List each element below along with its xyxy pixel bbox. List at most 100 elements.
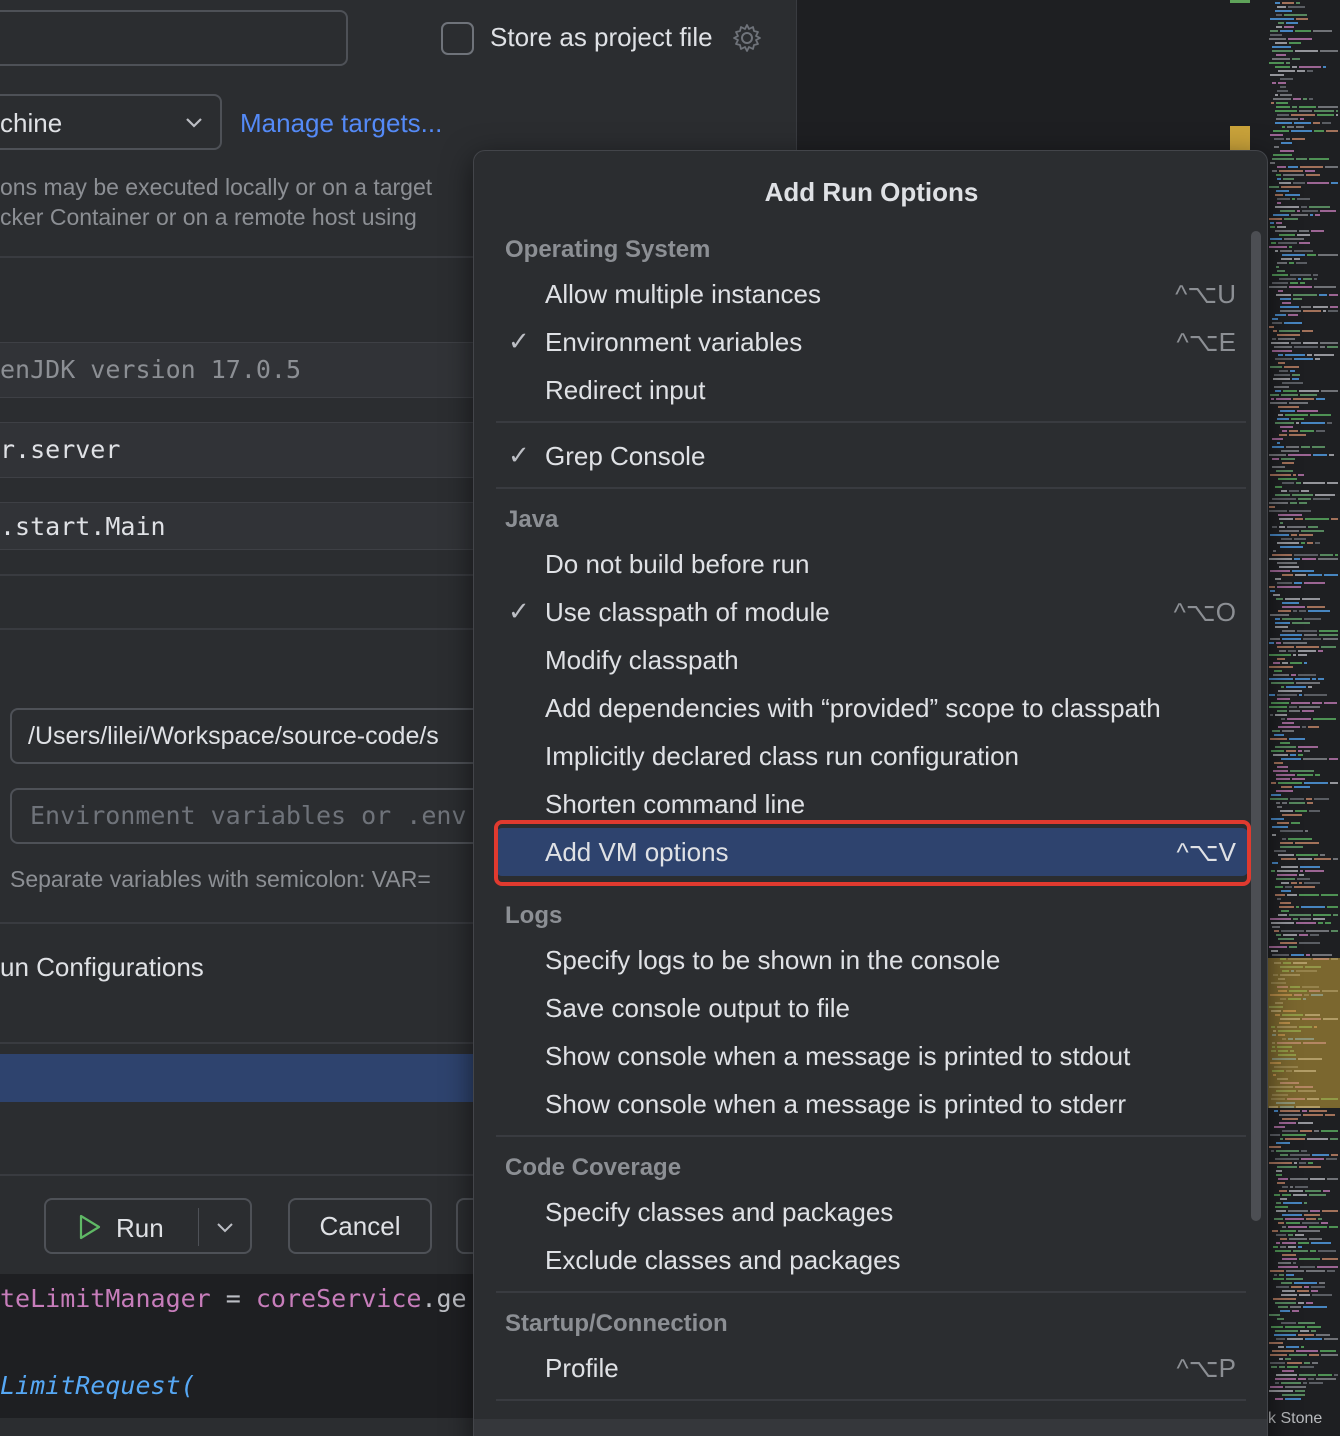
minimap-line [1298, 1378, 1306, 1380]
option-exclude-classes[interactable]: Exclude classes and packages [496, 1236, 1248, 1284]
minimap-line [1280, 78, 1293, 80]
minimap-line [1299, 390, 1319, 392]
option-specify-classes[interactable]: Specify classes and packages [496, 1188, 1248, 1236]
minimap-line [1306, 174, 1320, 176]
minimap-line [1297, 1290, 1309, 1292]
minimap-line [1277, 262, 1287, 264]
minimap-line [1277, 646, 1294, 648]
minimap-line [1285, 194, 1300, 196]
minimap-line [1303, 310, 1321, 312]
minimap-line [1276, 1242, 1280, 1244]
run-button[interactable]: Run [44, 1198, 252, 1254]
minimap-line [1299, 874, 1304, 876]
minimap-line [1289, 738, 1305, 740]
minimap-line [1286, 1270, 1304, 1272]
minimap-line [1270, 238, 1282, 240]
option-redirect-input[interactable]: Redirect input [496, 366, 1248, 414]
minimap-line [1269, 586, 1275, 588]
minimap-line [1286, 1278, 1303, 1280]
minimap-line [1278, 414, 1283, 416]
minimap-line [1313, 274, 1318, 276]
minimap-line [1270, 394, 1279, 396]
minimap-line [1296, 646, 1319, 648]
minimap-line [1276, 1210, 1286, 1212]
minimap-line [1284, 26, 1294, 28]
play-icon [79, 1214, 101, 1240]
target-description-line: cker Container or on a remote host using [0, 204, 417, 230]
minimap-line [1277, 334, 1300, 336]
minimap-line [1269, 642, 1274, 644]
minimap-line [1283, 934, 1297, 936]
option-implicit-class[interactable]: Implicitly declared class run configurat… [496, 732, 1248, 780]
option-profile[interactable]: Profile ^⌥P [496, 1344, 1248, 1392]
minimap-line [1316, 1334, 1330, 1336]
minimap-line [1278, 242, 1297, 244]
minimap-line [1281, 450, 1299, 452]
minimap-line [1279, 234, 1295, 236]
minimap-line [1278, 914, 1287, 916]
scroll-position-marker[interactable] [1230, 126, 1250, 150]
minimap-line [1279, 370, 1288, 372]
option-modify-classpath[interactable]: Modify classpath [496, 636, 1248, 684]
minimap-line [1291, 954, 1304, 956]
minimap-line [1304, 662, 1307, 664]
minimap-line [1294, 538, 1306, 540]
minimap-line [1279, 566, 1299, 568]
minimap-line [1303, 1306, 1327, 1308]
option-show-console-stdout[interactable]: Show console when a message is printed t… [496, 1032, 1248, 1080]
main-class-value: .start.Main [0, 512, 166, 541]
option-show-console-stderr[interactable]: Show console when a message is printed t… [496, 1080, 1248, 1128]
option-allow-multiple-instances[interactable]: Allow multiple instances ^⌥U [496, 270, 1248, 318]
gear-icon[interactable] [731, 22, 763, 54]
option-grep-console[interactable]: ✓ Grep Console [496, 432, 1248, 480]
popup-scrollbar[interactable] [1251, 231, 1261, 1221]
minimap-line [1319, 1282, 1325, 1284]
minimap-line [1291, 702, 1310, 704]
minimap-line [1270, 570, 1290, 572]
option-use-classpath-of-module[interactable]: ✓ Use classpath of module ^⌥O [496, 588, 1248, 636]
minimap-line [1311, 1286, 1325, 1288]
minimap-line [1270, 162, 1275, 164]
option-environment-variables[interactable]: ✓ Environment variables ^⌥E [496, 318, 1248, 366]
code-minimap[interactable] [1267, 0, 1340, 1436]
minimap-line [1294, 558, 1300, 560]
store-as-project-file-checkbox[interactable] [441, 22, 474, 55]
group-operating-system: Operating System [505, 236, 711, 263]
name-input[interactable] [0, 10, 348, 66]
minimap-line [1289, 490, 1299, 492]
minimap-line [1316, 398, 1325, 400]
option-do-not-build[interactable]: Do not build before run [496, 540, 1248, 588]
minimap-line [1281, 858, 1296, 860]
minimap-line [1272, 834, 1276, 836]
minimap-line [1286, 1346, 1299, 1348]
minimap-line [1275, 626, 1288, 628]
minimap-line [1288, 838, 1312, 840]
minimap-line [1327, 1270, 1335, 1272]
minimap-line [1311, 1330, 1316, 1332]
minimap-line [1310, 1210, 1320, 1212]
chevron-down-icon[interactable] [182, 110, 206, 134]
minimap-line [1279, 1122, 1296, 1124]
minimap-line [1279, 170, 1303, 172]
cancel-button[interactable]: Cancel [288, 1198, 432, 1254]
minimap-line [1296, 18, 1308, 20]
minimap-line [1309, 1110, 1327, 1112]
minimap-line [1280, 1238, 1287, 1240]
minimap-line [1308, 1162, 1313, 1164]
minimap-line [1277, 114, 1289, 116]
manage-targets-link[interactable]: Manage targets... [240, 108, 442, 139]
minimap-line [1301, 530, 1324, 532]
option-provided-scope[interactable]: Add dependencies with “provided” scope t… [496, 684, 1248, 732]
minimap-line [1270, 1354, 1287, 1356]
minimap-line [1280, 210, 1295, 212]
minimap-line [1281, 758, 1301, 760]
minimap-line [1300, 1330, 1309, 1332]
minimap-line [1307, 70, 1313, 72]
chevron-down-icon[interactable] [214, 1216, 236, 1238]
minimap-line [1274, 346, 1292, 348]
minimap-line [1298, 1302, 1304, 1304]
minimap-line [1307, 1138, 1328, 1140]
option-save-console-output[interactable]: Save console output to file [496, 984, 1248, 1032]
minimap-line [1272, 730, 1280, 732]
option-specify-logs[interactable]: Specify logs to be shown in the console [496, 936, 1248, 984]
